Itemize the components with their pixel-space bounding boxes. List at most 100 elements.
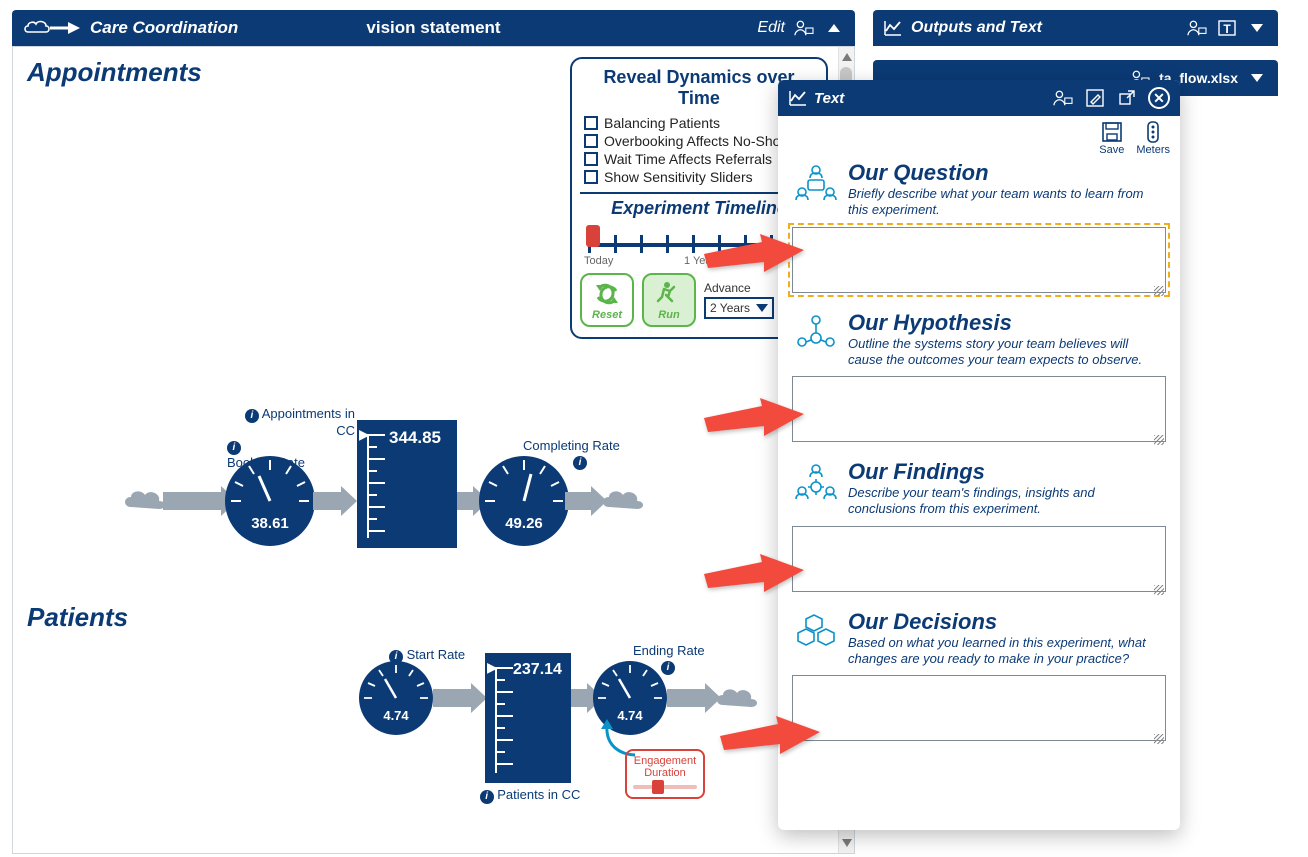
resize-grip-icon[interactable] xyxy=(1154,585,1164,595)
resize-grip-icon[interactable] xyxy=(1154,734,1164,744)
section-title: Our Decisions xyxy=(848,611,1166,633)
gauge-value: 4.74 xyxy=(359,708,433,723)
cloud-sink-icon xyxy=(713,685,759,711)
stock-label: Patients in CC xyxy=(497,787,580,802)
gauge-label: Ending Rate xyxy=(633,643,705,658)
team-icon[interactable] xyxy=(793,17,815,39)
callout-arrow-icon xyxy=(704,396,804,441)
slider-label: Engagement Duration xyxy=(633,755,697,779)
gauge-value: 38.61 xyxy=(225,515,315,532)
gauge-label: Start Rate xyxy=(407,647,466,662)
edit-button[interactable]: Edit xyxy=(757,19,785,37)
cloud-source-icon xyxy=(121,487,167,513)
run-button[interactable]: Run xyxy=(642,273,696,327)
save-button[interactable]: Save xyxy=(1099,120,1124,156)
patients-section-title: Patients xyxy=(13,592,854,637)
checkbox-icon[interactable] xyxy=(584,170,598,184)
our-findings-input[interactable] xyxy=(792,526,1166,592)
scroll-up-icon[interactable] xyxy=(842,51,852,61)
info-icon[interactable]: i xyxy=(227,441,241,455)
resize-grip-icon[interactable] xyxy=(1154,435,1164,445)
start-rate-gauge[interactable]: i Start Rate 4.74 xyxy=(359,661,433,735)
timeline-marker[interactable] xyxy=(586,225,600,247)
text-panel-header: Text ✕ xyxy=(778,80,1180,116)
chevron-down-icon xyxy=(756,304,768,312)
section-title: Our Hypothesis xyxy=(848,312,1166,334)
info-icon[interactable]: i xyxy=(480,790,494,804)
section-title: Our Question xyxy=(848,162,1166,184)
scroll-down-icon[interactable] xyxy=(842,839,852,849)
flow-arrow xyxy=(163,492,223,510)
collapse-button[interactable] xyxy=(823,17,845,39)
reveal-option-label: Overbooking Affects No-Show xyxy=(604,133,791,149)
checkbox-icon[interactable] xyxy=(584,134,598,148)
run-label: Run xyxy=(658,309,679,321)
close-icon[interactable]: ✕ xyxy=(1148,87,1170,109)
info-icon[interactable]: i xyxy=(245,409,259,423)
callout-arrow-icon xyxy=(704,552,804,597)
patients-stock[interactable]: ▶ 237.14 i Patients in CC xyxy=(485,653,571,783)
text-panel-title: Text xyxy=(814,90,844,107)
flow-arrow xyxy=(565,492,593,510)
checkbox-icon[interactable] xyxy=(584,116,598,130)
meters-label: Meters xyxy=(1136,144,1170,156)
text-icon[interactable]: T xyxy=(1216,17,1238,39)
advance-select[interactable]: 2 Years xyxy=(704,297,774,319)
flow-arrow xyxy=(667,689,707,707)
cloud-arrow-icon xyxy=(22,16,82,40)
reveal-option-label: Wait Time Affects Referrals xyxy=(604,151,772,167)
save-label: Save xyxy=(1099,144,1124,156)
slider-thumb[interactable] xyxy=(652,780,664,794)
our-question-section: Our Question Briefly describe what your … xyxy=(792,162,1166,298)
svg-text:T: T xyxy=(1223,22,1231,36)
gauge-label: Completing Rate xyxy=(523,438,620,453)
our-findings-section: Our Findings Describe your team's findin… xyxy=(792,461,1166,597)
callout-arrow-icon xyxy=(704,232,804,277)
completing-rate-gauge[interactable]: Completing Rate i 49.26 xyxy=(479,456,569,546)
hypothesis-icon xyxy=(792,312,840,352)
cloud-sink-icon xyxy=(599,487,645,513)
info-icon[interactable]: i xyxy=(573,456,587,470)
popout-icon[interactable] xyxy=(1116,87,1138,109)
expand-button[interactable] xyxy=(1246,67,1268,89)
team-icon[interactable] xyxy=(1052,87,1074,109)
meters-button[interactable]: Meters xyxy=(1136,120,1170,156)
section-desc: Briefly describe what your team wants to… xyxy=(848,186,1166,219)
stock-label: Appointments in CC xyxy=(262,406,355,438)
flow-arrow xyxy=(571,689,589,707)
main-header: Care Coordination vision statement Edit xyxy=(12,10,855,46)
advance-label: Advance xyxy=(704,281,774,295)
findings-icon xyxy=(792,461,840,501)
chart-icon xyxy=(788,89,808,107)
slider-track[interactable] xyxy=(633,785,697,789)
edit-icon[interactable] xyxy=(1084,87,1106,109)
reveal-option-label: Balancing Patients xyxy=(604,115,720,131)
outputs-panel-title: Outputs and Text xyxy=(911,19,1042,37)
section-desc: Outline the systems story your team beli… xyxy=(848,336,1166,369)
stock-value: 344.85 xyxy=(389,428,441,448)
vision-statement-title: vision statement xyxy=(366,18,500,38)
gauge-value: 49.26 xyxy=(479,515,569,532)
reset-label: Reset xyxy=(592,309,622,321)
our-decisions-section: Our Decisions Based on what you learned … xyxy=(792,611,1166,747)
our-hypothesis-input[interactable] xyxy=(792,376,1166,442)
appointments-stock[interactable]: i Appointments in CC ▶ 344.85 xyxy=(357,420,457,548)
reveal-option-label: Show Sensitivity Sliders xyxy=(604,169,753,185)
reset-button[interactable]: Reset xyxy=(580,273,634,327)
stock-value: 237.14 xyxy=(513,661,562,679)
checkbox-icon[interactable] xyxy=(584,152,598,166)
expand-button[interactable] xyxy=(1246,17,1268,39)
our-question-input[interactable] xyxy=(792,227,1166,293)
chart-icon xyxy=(883,19,903,37)
resize-grip-icon[interactable] xyxy=(1154,286,1164,296)
decisions-icon xyxy=(792,611,840,651)
section-title: Our Findings xyxy=(848,461,1166,483)
outputs-panel-header: Outputs and Text T xyxy=(873,10,1278,46)
booking-rate-gauge[interactable]: i Booking Rate 38.61 xyxy=(225,456,315,546)
section-desc: Describe your team's findings, insights … xyxy=(848,485,1166,518)
module-title: Care Coordination xyxy=(90,18,238,38)
callout-arrow-icon xyxy=(720,714,820,759)
our-decisions-input[interactable] xyxy=(792,675,1166,741)
engagement-duration-slider[interactable]: Engagement Duration xyxy=(625,749,705,799)
team-icon[interactable] xyxy=(1186,17,1208,39)
